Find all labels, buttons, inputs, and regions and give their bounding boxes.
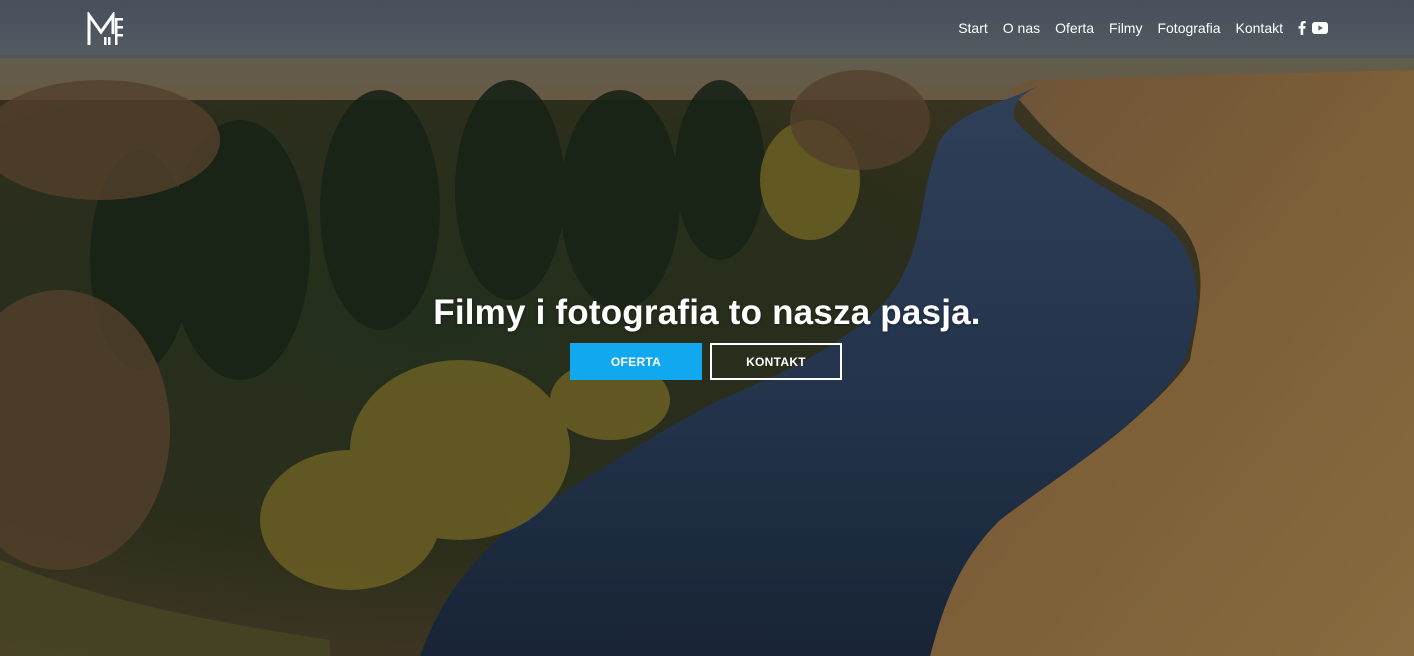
nav-item-oferta[interactable]: Oferta: [1055, 20, 1094, 36]
youtube-icon[interactable]: [1312, 22, 1328, 34]
nav-item-o-nas[interactable]: O nas: [1003, 20, 1040, 36]
facebook-icon[interactable]: [1298, 21, 1306, 35]
nav-item-filmy[interactable]: Filmy: [1109, 20, 1142, 36]
hero-buttons: OFERTA KONTAKT: [570, 343, 842, 380]
mf-logo-icon[interactable]: [86, 10, 126, 48]
oferta-button[interactable]: OFERTA: [570, 343, 702, 380]
nav-item-kontakt[interactable]: Kontakt: [1236, 20, 1283, 36]
main-nav: Start O nas Oferta Filmy Fotografia Kont…: [943, 20, 1328, 36]
nav-item-start[interactable]: Start: [958, 20, 988, 36]
nav-item-fotografia[interactable]: Fotografia: [1157, 20, 1220, 36]
hero-section: Start O nas Oferta Filmy Fotografia Kont…: [0, 0, 1414, 656]
kontakt-button[interactable]: KONTAKT: [710, 343, 842, 380]
hero-headline: Filmy i fotografia to nasza pasja.: [433, 293, 981, 333]
social-links: [1298, 21, 1328, 35]
site-header: Start O nas Oferta Filmy Fotografia Kont…: [0, 0, 1414, 58]
